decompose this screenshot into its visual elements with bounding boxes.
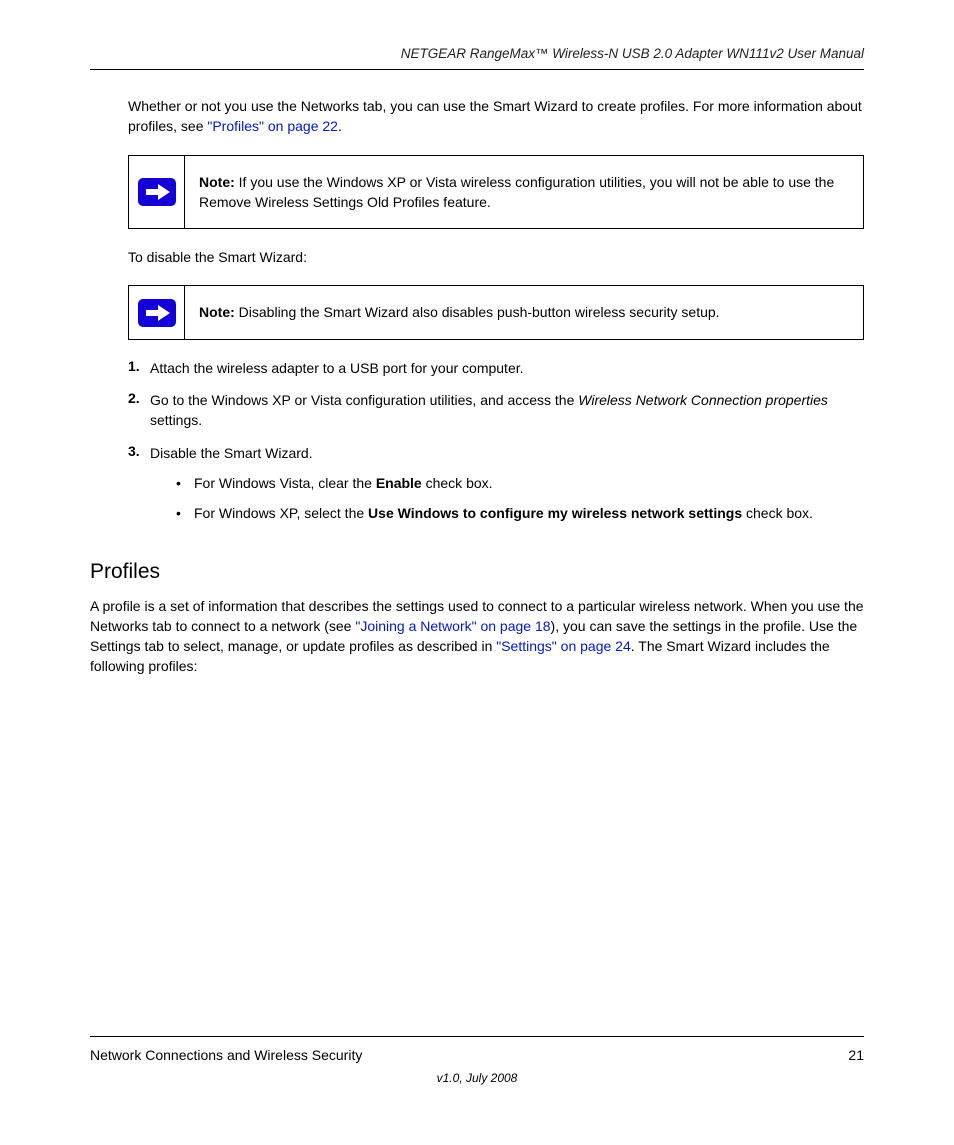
sub-item-b: • For Windows XP, select the Use Windows… bbox=[176, 503, 864, 523]
note-text-cell-1: Note: If you use the Windows XP or Vista… bbox=[185, 155, 864, 229]
bullet-a: • bbox=[176, 473, 194, 493]
step-1-number: 1. bbox=[128, 358, 150, 378]
intro-text-1: Whether or not you use the Networks tab,… bbox=[128, 98, 689, 114]
settings-page-link[interactable]: "Settings" on page 24 bbox=[496, 638, 630, 654]
page-footer: Network Connections and Wireless Securit… bbox=[90, 1036, 864, 1085]
note-box-2: Note: Disabling the Smart Wizard also di… bbox=[128, 285, 864, 339]
footer-rule bbox=[90, 1036, 864, 1037]
footer-section: Network Connections and Wireless Securit… bbox=[90, 1047, 362, 1063]
note-label-2: Note: bbox=[199, 304, 235, 320]
sub-b-bold: Use Windows to configure my wireless net… bbox=[368, 505, 742, 521]
profiles-link[interactable]: "Profiles" on page 22 bbox=[207, 118, 338, 134]
note-body-1: If you use the Windows XP or Vista wirel… bbox=[199, 174, 834, 210]
note-text-cell-2: Note: Disabling the Smart Wizard also di… bbox=[185, 286, 864, 339]
sub-a-prefix: For Windows Vista, clear the bbox=[194, 475, 376, 491]
arrow-right-icon bbox=[138, 299, 176, 327]
note-icon-cell-2 bbox=[129, 286, 185, 339]
step-1-text: Attach the wireless adapter to a USB por… bbox=[150, 358, 864, 378]
note-icon-cell-1 bbox=[129, 155, 185, 229]
sub-a-text: For Windows Vista, clear the Enable chec… bbox=[194, 473, 864, 493]
step-2-prefix: Go to the Windows XP or Vista configurat… bbox=[150, 392, 578, 408]
intro-text-3: . bbox=[338, 118, 342, 134]
profiles-heading: Profiles bbox=[90, 560, 864, 584]
note-box-1: Note: If you use the Windows XP or Vista… bbox=[128, 155, 864, 230]
intro-paragraph: Whether or not you use the Networks tab,… bbox=[128, 96, 864, 137]
sub-b-suffix: check box. bbox=[742, 505, 813, 521]
sub-a-bold: Enable bbox=[376, 475, 422, 491]
note-body-2: Disabling the Smart Wizard also disables… bbox=[235, 304, 720, 320]
footer-page-number: 21 bbox=[848, 1047, 864, 1063]
joining-network-link[interactable]: "Joining a Network" on page 18 bbox=[355, 618, 550, 634]
sub-b-prefix: For Windows XP, select the bbox=[194, 505, 368, 521]
step-3: 3. Disable the Smart Wizard. bbox=[128, 443, 864, 463]
bullet-b: • bbox=[176, 503, 194, 523]
footer-version: v1.0, July 2008 bbox=[90, 1071, 864, 1085]
step-2-em: Wireless Network Connection properties bbox=[578, 392, 828, 408]
step-2-text: Go to the Windows XP or Vista configurat… bbox=[150, 390, 864, 431]
sub-item-a: • For Windows Vista, clear the Enable ch… bbox=[176, 473, 864, 493]
note-text-1: Note: If you use the Windows XP or Vista… bbox=[199, 174, 834, 210]
note-text-2: Note: Disabling the Smart Wizard also di… bbox=[199, 304, 720, 320]
footer-row: Network Connections and Wireless Securit… bbox=[90, 1047, 864, 1063]
header-rule bbox=[90, 69, 864, 70]
step-3-number: 3. bbox=[128, 443, 150, 463]
step-1: 1. Attach the wireless adapter to a USB … bbox=[128, 358, 864, 378]
disable-intro: To disable the Smart Wizard: bbox=[128, 247, 864, 267]
header-product-title: NETGEAR RangeMax™ Wireless-N USB 2.0 Ada… bbox=[90, 46, 864, 61]
arrow-right-icon bbox=[138, 178, 176, 206]
step-2-number: 2. bbox=[128, 390, 150, 431]
sub-a-suffix: check box. bbox=[422, 475, 493, 491]
step-3-text: Disable the Smart Wizard. bbox=[150, 443, 864, 463]
profiles-paragraph: A profile is a set of information that d… bbox=[90, 596, 864, 677]
step-2: 2. Go to the Windows XP or Vista configu… bbox=[128, 390, 864, 431]
note-label-1: Note: bbox=[199, 174, 235, 190]
sub-b-text: For Windows XP, select the Use Windows t… bbox=[194, 503, 864, 523]
step-2-suffix: settings. bbox=[150, 412, 202, 428]
